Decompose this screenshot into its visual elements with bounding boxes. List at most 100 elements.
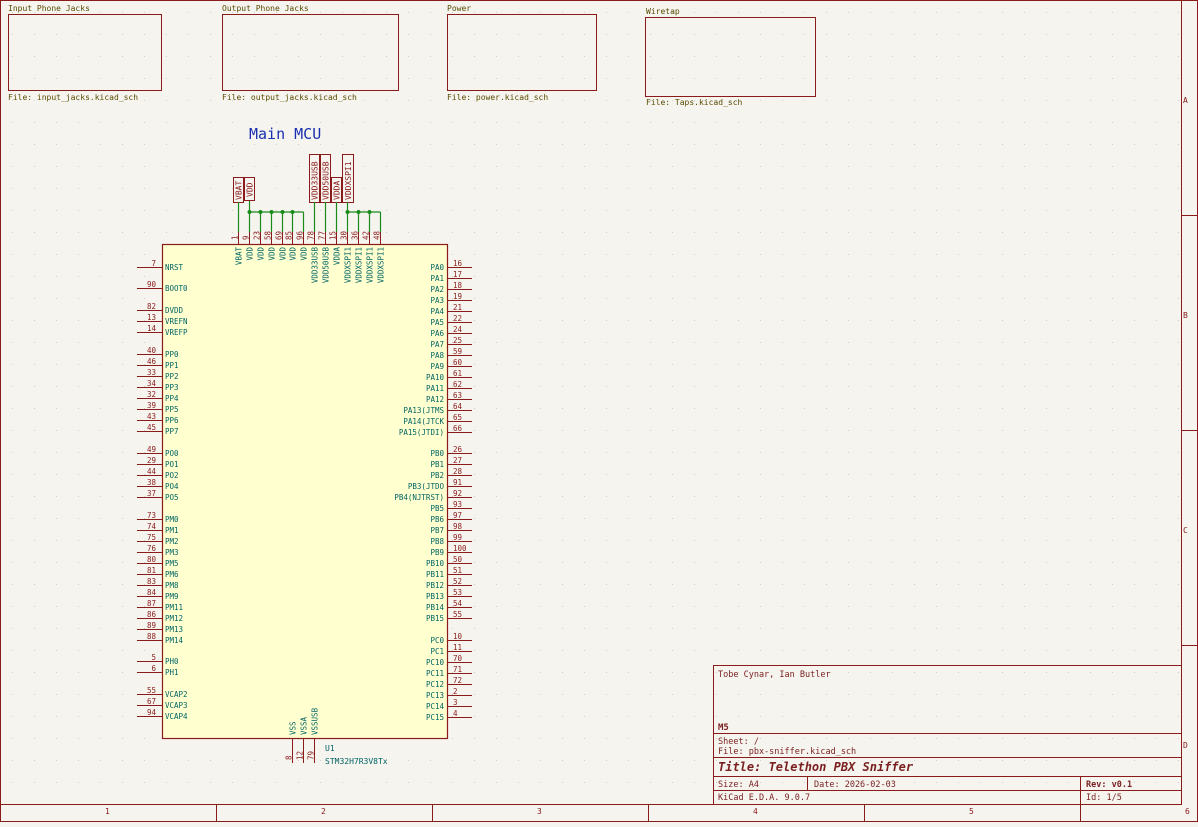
pin-number: 38 — [147, 478, 157, 487]
pin-name: VDDXSPI1 — [344, 247, 353, 283]
pin-name: PO2 — [165, 471, 179, 480]
pin-name: PA7 — [430, 340, 444, 349]
pin-name: VDD50USB — [322, 247, 331, 284]
pin-name: VCAP4 — [165, 712, 188, 721]
hier-sheet-input-jacks[interactable]: Input Phone Jacks File: input_jacks.kica… — [8, 4, 162, 102]
pin-number: 100 — [453, 544, 467, 553]
pin-number: 52 — [453, 577, 462, 586]
title-block-date: Date: 2026-02-03 — [814, 780, 896, 790]
hier-sheet-wiretap[interactable]: Wiretap File: Taps.kicad_sch — [645, 7, 816, 107]
border-column-label: 2 — [321, 807, 326, 816]
title-block-rev: Rev: v0.1 — [1086, 780, 1132, 790]
pin-name: PM14 — [165, 636, 184, 645]
power-flag-vdd50usb[interactable]: VDD50USB — [320, 154, 331, 203]
power-flag-vdd33usb[interactable]: VDD33USB — [309, 154, 320, 203]
pin-name: PP5 — [165, 405, 179, 414]
pin-name: PM5 — [165, 559, 179, 568]
pin-name: PO0 — [165, 449, 179, 458]
pin-name: PA10 — [426, 373, 445, 382]
pin-name: PH1 — [165, 668, 179, 677]
pin-number: 55 — [453, 610, 462, 619]
pin-number: 80 — [147, 555, 157, 564]
pin-number: 24 — [453, 325, 463, 334]
pin-number: 63 — [453, 391, 462, 400]
pin-name: PP6 — [165, 416, 179, 425]
pin-name: PM6 — [165, 570, 179, 579]
pin-name: PC1 — [430, 647, 444, 656]
pin-number: 22 — [453, 314, 462, 323]
pin-name: PB1 — [430, 460, 444, 469]
pin-number: 69 — [275, 231, 284, 240]
pin-name: NRST — [165, 263, 184, 272]
schematic-canvas[interactable]: 123456ABCD Input Phone Jacks File: input… — [0, 0, 1198, 822]
note-main-mcu[interactable]: Main MCU — [249, 125, 321, 143]
pin-number: 58 — [264, 230, 273, 240]
pin-name: PA11 — [426, 384, 444, 393]
part-value[interactable]: STM32H7R3V8Tx — [325, 757, 388, 766]
pin-name: PC12 — [426, 680, 444, 689]
power-flag-label: VDD — [246, 182, 255, 197]
pin-name: PB11 — [426, 570, 444, 579]
pin-name: PA14(JTCK — [403, 417, 444, 426]
pin-number: 29 — [147, 456, 156, 465]
pin-number: 91 — [453, 478, 462, 487]
pin-name: PA4 — [430, 307, 444, 316]
pin-name: PB6 — [430, 515, 444, 524]
pin-name: VDD — [246, 247, 255, 261]
pin-name: PB8 — [430, 537, 444, 546]
pin-name: PP1 — [165, 361, 179, 370]
title-block-authors: Tobe Cynar, Ian Butler — [718, 670, 831, 680]
pin-number: 67 — [147, 697, 156, 706]
pin-name: VDD — [257, 247, 266, 261]
pin-number: 60 — [453, 358, 463, 367]
pin-number: 99 — [453, 533, 462, 542]
pin-name: VDDA — [333, 247, 342, 266]
pin-number: 90 — [147, 280, 157, 289]
pin-name: PB9 — [430, 548, 444, 557]
pin-number: 71 — [453, 665, 462, 674]
pin-number: 12 — [296, 751, 305, 760]
hier-sheet-name: Output Phone Jacks — [222, 4, 309, 13]
pin-name: PO5 — [165, 493, 179, 502]
title-block-tool: KiCad E.D.A. 9.0.7 — [718, 793, 810, 803]
power-flag-vbat[interactable]: VBAT — [233, 177, 244, 203]
pin-name: PA3 — [430, 296, 444, 305]
power-flag-label: VDDXSPI1 — [344, 161, 353, 200]
pin-number: 39 — [147, 401, 156, 410]
pin-number: 88 — [147, 632, 157, 641]
pin-number: 30 — [340, 230, 349, 240]
wires[interactable] — [237, 201, 382, 232]
pin-number: 37 — [147, 489, 156, 498]
pin-number: 82 — [147, 302, 156, 311]
mcu-symbol[interactable]: 1VBAT9VDD23VDD58VDD69VDD85VDD96VDD78VDD3… — [137, 230, 472, 763]
schematic-sheet[interactable]: 1 2 3 4 5 6ABCD Input Phone Jacks File: input… — [0, 0, 1198, 822]
hier-sheet-output-jacks[interactable]: Output Phone Jacks File: output_jacks.ki… — [222, 4, 399, 102]
pin-name: BOOT0 — [165, 284, 188, 293]
pin-name: PA1 — [430, 274, 444, 283]
pin-number: 14 — [147, 324, 157, 333]
pin-number: 81 — [147, 566, 156, 575]
pin-number: 61 — [453, 369, 462, 378]
reference-designator[interactable]: U1 — [325, 744, 335, 753]
power-flag-vdda[interactable]: VDDA — [331, 177, 342, 203]
pin-number: 89 — [147, 621, 156, 630]
pin-number: 26 — [453, 445, 463, 454]
pin-number: 7 — [151, 259, 156, 268]
pin-number: 64 — [453, 402, 463, 411]
pin-name: PA8 — [430, 351, 444, 360]
pin-name: PA15(JTDI) — [399, 428, 444, 437]
pin-number: 76 — [147, 544, 157, 553]
pin-name: VDDXSPI1 — [366, 247, 375, 283]
pin-number: 92 — [453, 489, 462, 498]
pin-name: PB13 — [426, 592, 444, 601]
border-row-label: D — [1183, 741, 1188, 750]
hier-sheet-file: File: input_jacks.kicad_sch — [8, 93, 138, 102]
power-flag-vddxspi1[interactable]: VDDXSPI1 — [342, 154, 354, 203]
hier-sheet-power[interactable]: Power File: power.kicad_sch — [447, 4, 597, 102]
pin-number: 84 — [147, 588, 157, 597]
power-flag-vdd[interactable]: VDD — [244, 177, 255, 201]
power-flag-label: VDDA — [333, 181, 342, 200]
pin-name: PA2 — [430, 285, 444, 294]
pin-name: PC15 — [426, 713, 444, 722]
pin-number: 78 — [307, 230, 316, 240]
